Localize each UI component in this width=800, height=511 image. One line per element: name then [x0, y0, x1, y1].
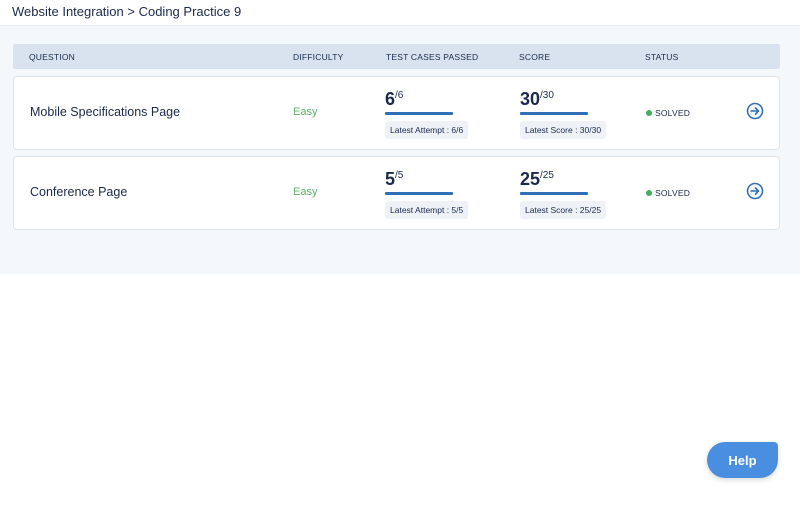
- score-max: /25: [540, 170, 554, 181]
- header-score: SCORE: [519, 52, 551, 62]
- table-row[interactable]: Conference Page Easy 5/5 Latest Attempt …: [13, 156, 780, 230]
- question-name[interactable]: Mobile Specifications Page: [30, 105, 180, 119]
- latest-attempt-badge: Latest Attempt : 6/6: [385, 121, 469, 139]
- table-header: QUESTION DIFFICULTY TEST CASES PASSED SC…: [13, 44, 780, 69]
- status-badge: SOLVED: [646, 188, 690, 198]
- top-bar: Website Integration > Coding Practice 9: [0, 0, 800, 26]
- main-content: QUESTION DIFFICULTY TEST CASES PASSED SC…: [0, 26, 800, 274]
- status-badge: SOLVED: [646, 108, 690, 118]
- score-value: 30: [520, 89, 541, 109]
- latest-attempt-badge: Latest Attempt : 5/5: [385, 201, 469, 219]
- header-test-cases-passed: TEST CASES PASSED: [386, 52, 479, 62]
- cases-total: /6: [395, 90, 404, 101]
- score-progress-bar: [520, 112, 588, 115]
- header-difficulty: DIFFICULTY: [293, 52, 344, 62]
- difficulty-label: Easy: [293, 106, 318, 118]
- status-text: SOLVED: [655, 108, 691, 118]
- cases-total: /5: [395, 170, 404, 181]
- help-button[interactable]: Help: [707, 442, 778, 478]
- score-value: 25: [520, 169, 541, 189]
- cases-passed: 5: [385, 169, 396, 189]
- score-max: /30: [540, 90, 554, 101]
- score-metric: 30/30 Latest Score : 30/30: [520, 89, 607, 139]
- test-cases-metric: 6/6 Latest Attempt : 6/6: [385, 89, 469, 139]
- cases-progress-bar: [385, 192, 453, 195]
- breadcrumb[interactable]: Website Integration > Coding Practice 9: [12, 4, 241, 19]
- status-text: SOLVED: [655, 188, 691, 198]
- cases-passed: 6: [385, 89, 396, 109]
- question-name[interactable]: Conference Page: [30, 185, 127, 199]
- table-row[interactable]: Mobile Specifications Page Easy 6/6 Late…: [13, 76, 780, 150]
- latest-score-badge: Latest Score : 30/30: [520, 121, 607, 139]
- header-status: STATUS: [645, 52, 679, 62]
- arrow-right-circle-icon[interactable]: [746, 182, 764, 200]
- score-progress-bar: [520, 192, 588, 195]
- difficulty-label: Easy: [293, 186, 318, 198]
- header-question: QUESTION: [29, 52, 75, 62]
- arrow-right-circle-icon[interactable]: [746, 102, 764, 120]
- solved-dot-icon: [646, 109, 652, 116]
- test-cases-metric: 5/5 Latest Attempt : 5/5: [385, 169, 469, 219]
- solved-dot-icon: [646, 189, 652, 196]
- cases-progress-bar: [385, 112, 453, 115]
- latest-score-badge: Latest Score : 25/25: [520, 201, 607, 219]
- score-metric: 25/25 Latest Score : 25/25: [520, 169, 607, 219]
